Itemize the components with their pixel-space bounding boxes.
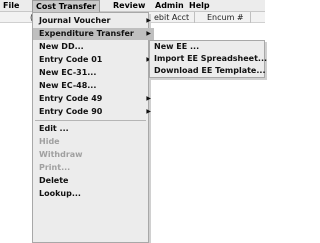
menu-item-hide[interactable]: Hide [33, 136, 154, 148]
triangle-right-icon: ▶ [146, 30, 151, 37]
column-header-debit-acct: ebit Acct [154, 13, 190, 22]
menu-item-journal-voucher[interactable]: Journal Voucher ▶ [33, 15, 154, 27]
menu-item-label: Entry Code 49 [39, 94, 103, 103]
submenu-item-import-ee-spreadsheet[interactable]: Import EE Spreadsheet... [150, 53, 268, 65]
menu-item-label: Journal Voucher [39, 16, 111, 25]
menu-item-label: Entry Code 01 [39, 55, 103, 64]
triangle-right-icon: ▶ [146, 17, 151, 24]
menu-item-expenditure-transfer[interactable]: Expenditure Transfer ▶ [33, 28, 154, 40]
menu-item-label: Delete [39, 176, 69, 185]
menu-item-label: Lookup... [39, 189, 81, 198]
triangle-right-icon: ▶ [146, 95, 151, 102]
menu-item-label: Entry Code 90 [39, 107, 103, 116]
menu-admin[interactable]: Admin [155, 0, 184, 12]
menu-item-label: New EC-31... [39, 68, 97, 77]
menu-item-lookup[interactable]: Lookup... [33, 188, 154, 200]
column-divider [250, 12, 251, 23]
menu-item-entry-code-90[interactable]: Entry Code 90 ▶ [33, 106, 154, 118]
menu-item-entry-code-01[interactable]: Entry Code 01 ▶ [33, 54, 154, 66]
menu-item-label: New DD... [39, 42, 84, 51]
menu-file[interactable]: File [3, 0, 19, 12]
menu-item-new-ec-31[interactable]: New EC-31... [33, 67, 154, 79]
cost-transfer-menu: Journal Voucher ▶ Expenditure Transfer ▶… [32, 12, 154, 243]
menu-item-label: Expenditure Transfer [39, 29, 134, 38]
submenu-item-download-ee-template[interactable]: Download EE Template... [150, 65, 268, 77]
menu-item-new-dd[interactable]: New DD... [33, 41, 154, 53]
menu-review[interactable]: Review [113, 0, 145, 12]
menu-item-delete[interactable]: Delete [33, 175, 154, 187]
menu-item-new-ec-48[interactable]: New EC-48... [33, 80, 154, 92]
expenditure-transfer-submenu: New EE ... Import EE Spreadsheet... Down… [149, 40, 268, 78]
submenu-item-new-ee[interactable]: New EE ... [150, 41, 268, 53]
menu-item-label: Edit ... [39, 124, 69, 133]
column-header-encum: Encum # [207, 13, 244, 22]
menu-help[interactable]: Help [189, 0, 210, 12]
menu-item-withdraw[interactable]: Withdraw [33, 149, 154, 161]
menu-item-edit[interactable]: Edit ... [33, 123, 154, 135]
menu-item-print[interactable]: Print... [33, 162, 154, 174]
menu-separator [35, 120, 146, 121]
triangle-right-icon: ▶ [146, 108, 151, 115]
menubar: File Cost Transfer Review Admin Help [0, 0, 265, 13]
menu-item-label: Print... [39, 163, 71, 172]
menu-item-label: Hide [39, 137, 60, 146]
menu-item-label: New EC-48... [39, 81, 97, 90]
menu-item-label: Withdraw [39, 150, 83, 159]
column-divider [194, 12, 195, 23]
menu-item-entry-code-49[interactable]: Entry Code 49 ▶ [33, 93, 154, 105]
